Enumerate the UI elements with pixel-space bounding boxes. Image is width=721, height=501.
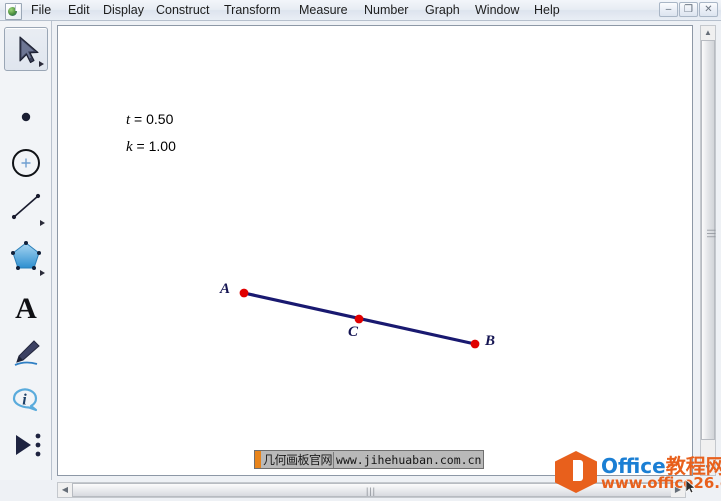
marker-pen-icon bbox=[14, 340, 40, 366]
sketchpad-window: File Edit Display Construct Transform Me… bbox=[0, 0, 721, 501]
mouse-cursor-icon bbox=[685, 479, 696, 494]
info-bubble-icon: i bbox=[12, 388, 38, 412]
site-watermark: Office教程网 www.office26.com bbox=[553, 449, 721, 495]
vertical-scroll-thumb[interactable]: ||| bbox=[701, 40, 717, 440]
point-B[interactable] bbox=[470, 339, 480, 349]
point-A[interactable] bbox=[239, 288, 249, 298]
tool-custom[interactable] bbox=[4, 423, 48, 467]
watermark-url-text: www.jihehuaban.com.cn bbox=[336, 452, 482, 467]
scroll-thumb-grip: ||| bbox=[366, 486, 377, 496]
menu-edit[interactable]: Edit bbox=[64, 2, 94, 19]
watermark-cn-text: 几何画板官网 bbox=[263, 451, 335, 468]
tool-point[interactable] bbox=[4, 95, 48, 139]
custom-tool-icon bbox=[16, 433, 41, 457]
document-area: t = 0.50 k = 1.00 A C B 几何画板官网 www.jiheh… bbox=[52, 21, 721, 480]
compass-circle-icon bbox=[12, 149, 40, 177]
tool-dropdown-arrow[interactable] bbox=[40, 220, 45, 226]
office-document-glyph bbox=[569, 460, 583, 481]
menu-window[interactable]: Window bbox=[471, 2, 523, 19]
tool-text[interactable]: A bbox=[4, 285, 48, 329]
point-icon bbox=[21, 112, 31, 122]
tool-dropdown-arrow[interactable] bbox=[39, 61, 44, 67]
vertical-scrollbar[interactable]: ▲ ||| ▼ bbox=[700, 25, 717, 476]
menu-graph[interactable]: Graph bbox=[421, 2, 464, 19]
menu-measure[interactable]: Measure bbox=[295, 2, 352, 19]
tool-arrow-select[interactable] bbox=[4, 27, 48, 71]
sketch-canvas[interactable]: t = 0.50 k = 1.00 A C B 几何画板官网 www.jiheh… bbox=[57, 25, 693, 476]
menu-number[interactable]: Number bbox=[360, 2, 412, 19]
tool-dropdown-arrow[interactable] bbox=[40, 270, 45, 276]
maximize-button[interactable]: ❐ bbox=[679, 2, 698, 17]
sketch-watermark: 几何画板官网 www.jihehuaban.com.cn bbox=[254, 450, 485, 469]
geometry-figure bbox=[239, 288, 480, 349]
scroll-left-button[interactable]: ◀ bbox=[58, 483, 72, 497]
svg-text:i: i bbox=[22, 392, 27, 409]
menu-bar: File Edit Display Construct Transform Me… bbox=[0, 0, 721, 21]
menu-transform[interactable]: Transform bbox=[220, 2, 285, 19]
tool-polygon[interactable] bbox=[4, 235, 48, 279]
sketchpad-icon bbox=[5, 3, 22, 20]
point-label-A[interactable]: A bbox=[220, 281, 230, 298]
tool-straightedge[interactable] bbox=[4, 185, 48, 229]
scroll-up-button[interactable]: ▲ bbox=[701, 26, 715, 40]
tool-compass[interactable] bbox=[4, 141, 48, 185]
menu-file[interactable]: File bbox=[27, 2, 55, 19]
tool-information[interactable]: i bbox=[4, 377, 48, 421]
minimize-button[interactable]: – bbox=[659, 2, 678, 17]
menu-display[interactable]: Display bbox=[99, 2, 148, 19]
site-watermark-url: www.office26.com bbox=[601, 474, 721, 492]
tool-palette: A i bbox=[0, 21, 52, 480]
tool-marker[interactable] bbox=[4, 331, 48, 375]
point-C[interactable] bbox=[354, 314, 364, 324]
text-A-icon: A bbox=[15, 292, 37, 325]
menu-help[interactable]: Help bbox=[530, 2, 564, 19]
point-label-C[interactable]: C bbox=[348, 324, 358, 341]
menu-construct[interactable]: Construct bbox=[152, 2, 214, 19]
close-button[interactable]: ✕ bbox=[699, 2, 718, 17]
app-icon-corner bbox=[15, 5, 20, 11]
svg-text:A: A bbox=[15, 292, 37, 325]
scroll-thumb-grip: ||| bbox=[706, 228, 717, 240]
point-label-B[interactable]: B bbox=[485, 333, 495, 350]
